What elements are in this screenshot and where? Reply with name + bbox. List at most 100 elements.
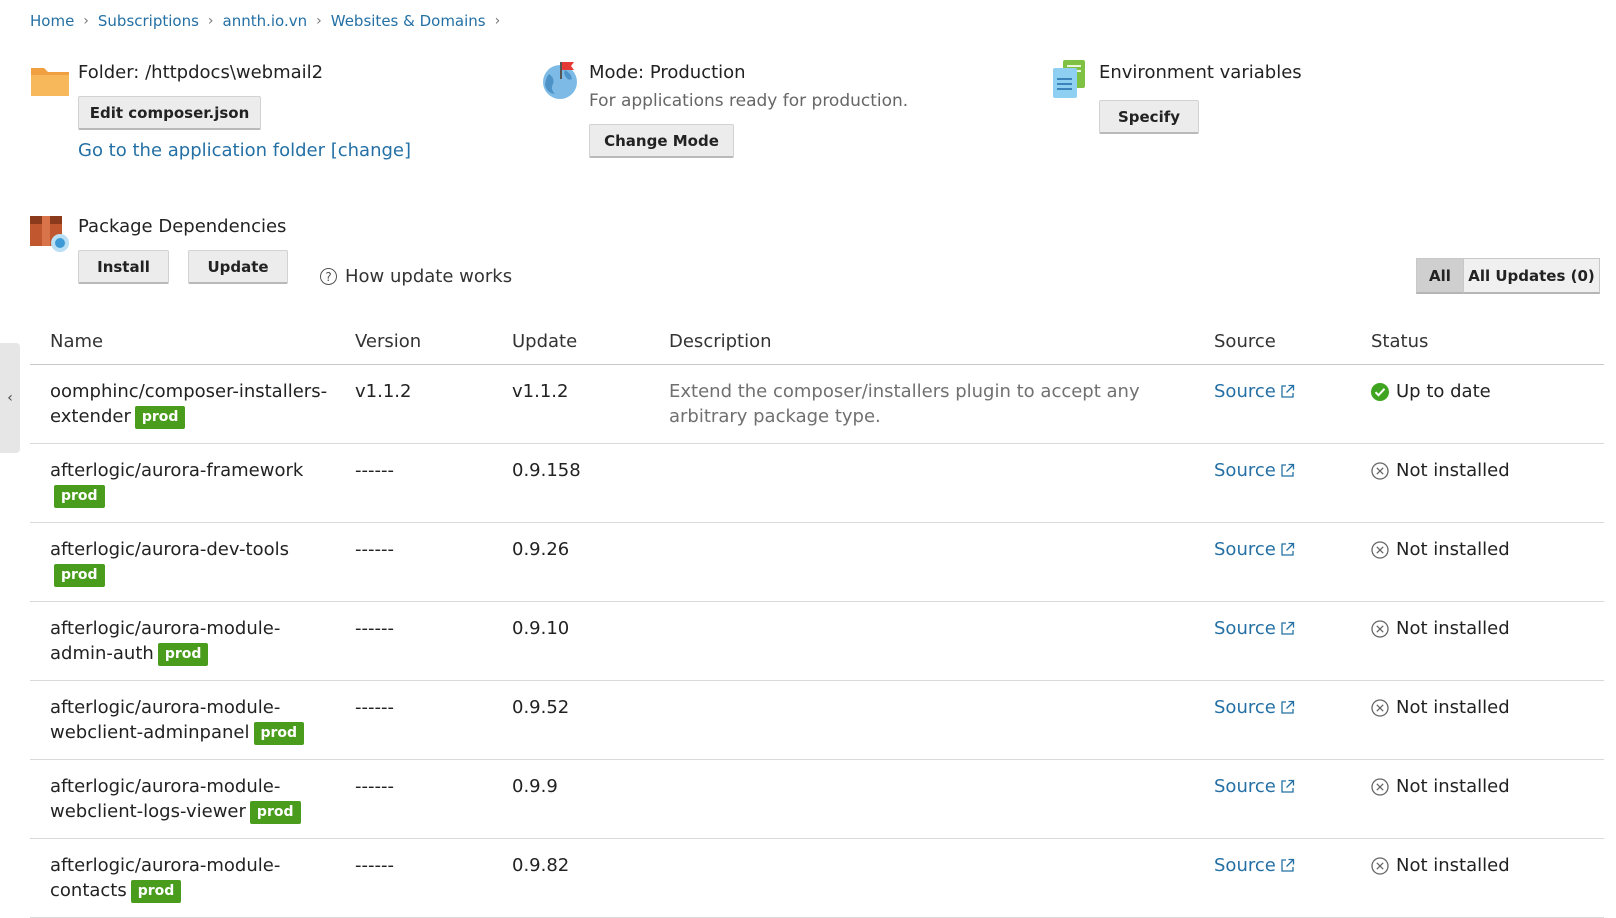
package-update: v1.1.2: [492, 364, 649, 444]
how-update-works-link[interactable]: ? How update works: [320, 266, 512, 287]
package-source-cell: Source: [1194, 838, 1351, 918]
package-update: 0.9.158: [492, 443, 649, 523]
breadcrumb-home[interactable]: Home: [30, 12, 74, 30]
mode-subtitle: For applications ready for production.: [589, 91, 909, 111]
package-status-cell: Not installed: [1351, 680, 1604, 760]
mode-title: Mode: Production: [589, 62, 746, 83]
package-name-cell: oomphinc/composer-installers-extender pro…: [30, 364, 335, 444]
x-circle-icon: [1371, 461, 1389, 480]
package-update: 0.9.82: [492, 838, 649, 918]
external-link-icon[interactable]: [1280, 463, 1295, 478]
package-version: ------: [335, 522, 492, 602]
prod-badge: prod: [134, 405, 186, 429]
external-link-icon[interactable]: [1280, 779, 1295, 794]
prod-badge: prod: [54, 484, 105, 508]
table-row: afterlogic/aurora-module-webclient-admin…: [30, 680, 1604, 760]
package-version: v1.1.2: [335, 364, 492, 444]
source-link[interactable]: Source: [1214, 618, 1276, 639]
breadcrumb-subscriptions[interactable]: Subscriptions: [98, 12, 199, 30]
package-description: Extend the composer/installers plugin to…: [649, 364, 1194, 444]
package-description: [649, 601, 1194, 681]
document-icon: [1053, 60, 1085, 98]
status-text: Not installed: [1396, 460, 1510, 481]
source-link[interactable]: Source: [1214, 697, 1276, 718]
package-source-cell: Source: [1194, 680, 1351, 760]
go-to-folder-link[interactable]: Go to the application folder: [78, 140, 325, 161]
filter-all-button[interactable]: All: [1416, 258, 1464, 294]
package-version: ------: [335, 759, 492, 839]
x-circle-icon: [1371, 698, 1389, 717]
folder-title: Folder: /httpdocs\webmail2: [78, 62, 324, 83]
package-status-cell: Not installed: [1351, 759, 1604, 839]
column-header-update[interactable]: Update: [492, 318, 649, 365]
x-circle-icon: [1371, 619, 1389, 638]
source-link[interactable]: Source: [1214, 381, 1276, 402]
external-link-icon[interactable]: [1280, 700, 1295, 715]
external-link-icon[interactable]: [1280, 542, 1295, 557]
column-header-name[interactable]: Name: [30, 318, 335, 365]
package-name: oomphinc/composer-installers-extender: [50, 381, 328, 427]
breadcrumb-websites-domains[interactable]: Websites & Domains: [331, 12, 486, 30]
status-text: Up to date: [1396, 381, 1491, 402]
package-deps-title: Package Dependencies: [78, 216, 287, 237]
folder-block: Folder: /httpdocs\webmail2 Edit composer…: [30, 60, 510, 180]
breadcrumb-domain[interactable]: annth.io.vn: [223, 12, 308, 30]
package-version: ------: [335, 601, 492, 681]
table-row: oomphinc/composer-installers-extender pro…: [30, 364, 1604, 444]
x-circle-icon: [1371, 540, 1389, 559]
package-name-cell: afterlogic/aurora-framework prod: [30, 443, 335, 523]
package-name-cell: afterlogic/aurora-dev-tools prod: [30, 522, 335, 602]
source-link[interactable]: Source: [1214, 460, 1276, 481]
source-link[interactable]: Source: [1214, 776, 1276, 797]
external-link-icon[interactable]: [1280, 858, 1295, 873]
column-header-version[interactable]: Version: [335, 318, 492, 365]
packages-table: Name Version Update Description Source S…: [30, 318, 1604, 918]
install-button[interactable]: Install: [78, 250, 169, 284]
mode-block: Mode: Production For applications ready …: [541, 60, 1021, 170]
edit-composer-button[interactable]: Edit composer.json: [78, 96, 261, 130]
package-status-cell: Not installed: [1351, 601, 1604, 681]
column-header-status[interactable]: Status: [1351, 318, 1604, 365]
package-update: 0.9.9: [492, 759, 649, 839]
table-header-row: Name Version Update Description Source S…: [30, 318, 1604, 365]
package-description: [649, 838, 1194, 918]
package-name: afterlogic/aurora-module-webclient-logs-…: [50, 776, 281, 822]
breadcrumb: Home › Subscriptions › annth.io.vn › Web…: [30, 12, 509, 30]
x-circle-icon: [1371, 856, 1389, 875]
package-source-cell: Source: [1194, 601, 1351, 681]
change-mode-button[interactable]: Change Mode: [589, 124, 734, 158]
package-update: 0.9.52: [492, 680, 649, 760]
sidebar-collapse-toggle[interactable]: ‹: [0, 343, 20, 453]
source-link[interactable]: Source: [1214, 855, 1276, 876]
package-status-cell: Up to date: [1351, 364, 1604, 444]
specify-button[interactable]: Specify: [1099, 100, 1199, 134]
column-header-source[interactable]: Source: [1194, 318, 1351, 365]
package-name-cell: afterlogic/aurora-module-contacts prod: [30, 838, 335, 918]
status-text: Not installed: [1396, 697, 1510, 718]
chevron-right-icon: ›: [494, 13, 501, 29]
update-button[interactable]: Update: [188, 250, 288, 284]
prod-badge: prod: [130, 879, 182, 903]
env-block: Environment variables Specify: [1051, 60, 1351, 170]
package-name-cell: afterlogic/aurora-module-webclient-admin…: [30, 680, 335, 760]
external-link-icon[interactable]: [1280, 384, 1295, 399]
change-folder-link[interactable]: [change]: [331, 140, 411, 161]
source-link[interactable]: Source: [1214, 539, 1276, 560]
folder-icon: [31, 68, 69, 96]
status-text: Not installed: [1396, 618, 1510, 639]
column-header-description[interactable]: Description: [649, 318, 1194, 365]
package-version: ------: [335, 680, 492, 760]
filter-updates-button[interactable]: All Updates (0): [1464, 258, 1600, 294]
package-name: afterlogic/aurora-dev-tools: [50, 539, 289, 560]
status-text: Not installed: [1396, 855, 1510, 876]
external-link-icon[interactable]: [1280, 621, 1295, 636]
package-source-cell: Source: [1194, 443, 1351, 523]
package-name: afterlogic/aurora-module-webclient-admin…: [50, 697, 281, 743]
package-status-cell: Not installed: [1351, 838, 1604, 918]
package-name-cell: afterlogic/aurora-module-admin-auth prod: [30, 601, 335, 681]
env-title: Environment variables: [1099, 62, 1302, 83]
chevron-right-icon: ›: [83, 13, 89, 29]
package-icon: [30, 216, 69, 252]
table-row: afterlogic/aurora-module-admin-auth prod -…: [30, 601, 1604, 681]
package-source-cell: Source: [1194, 522, 1351, 602]
